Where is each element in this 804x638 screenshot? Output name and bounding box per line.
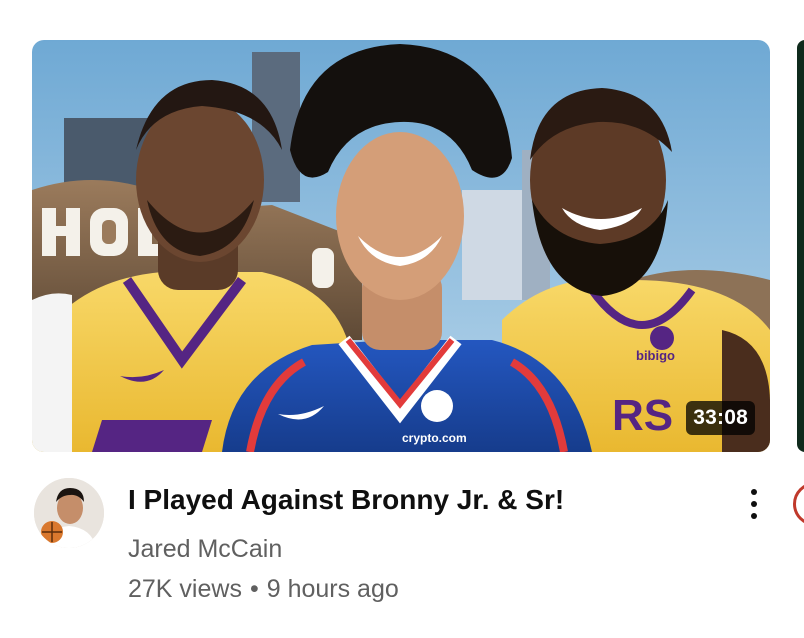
video-duration-badge: 33:08 bbox=[686, 401, 755, 435]
more-vert-icon[interactable] bbox=[736, 484, 772, 524]
more-dot bbox=[751, 513, 757, 519]
more-dot bbox=[751, 489, 757, 495]
next-video-thumbnail[interactable] bbox=[797, 40, 804, 452]
meta-separator: • bbox=[249, 575, 259, 603]
svg-text:crypto.com: crypto.com bbox=[402, 431, 467, 445]
more-dot bbox=[751, 501, 757, 507]
view-count: 27K views bbox=[128, 575, 242, 603]
video-metadata: 27K views • 9 hours ago bbox=[128, 575, 399, 604]
thumbnail-image: RS bibigo crypto.com bbox=[32, 40, 770, 452]
next-channel-avatar[interactable] bbox=[793, 482, 804, 526]
video-thumbnail[interactable]: RS bibigo crypto.com 33:08 bbox=[32, 40, 770, 452]
avatar-image bbox=[34, 478, 104, 548]
svg-text:bibigo: bibigo bbox=[636, 348, 675, 363]
channel-avatar[interactable] bbox=[34, 478, 104, 548]
video-title[interactable]: I Played Against Bronny Jr. & Sr! bbox=[128, 482, 728, 518]
channel-name[interactable]: Jared McCain bbox=[128, 535, 282, 564]
upload-age: 9 hours ago bbox=[266, 575, 399, 603]
svg-text:RS: RS bbox=[612, 391, 673, 440]
